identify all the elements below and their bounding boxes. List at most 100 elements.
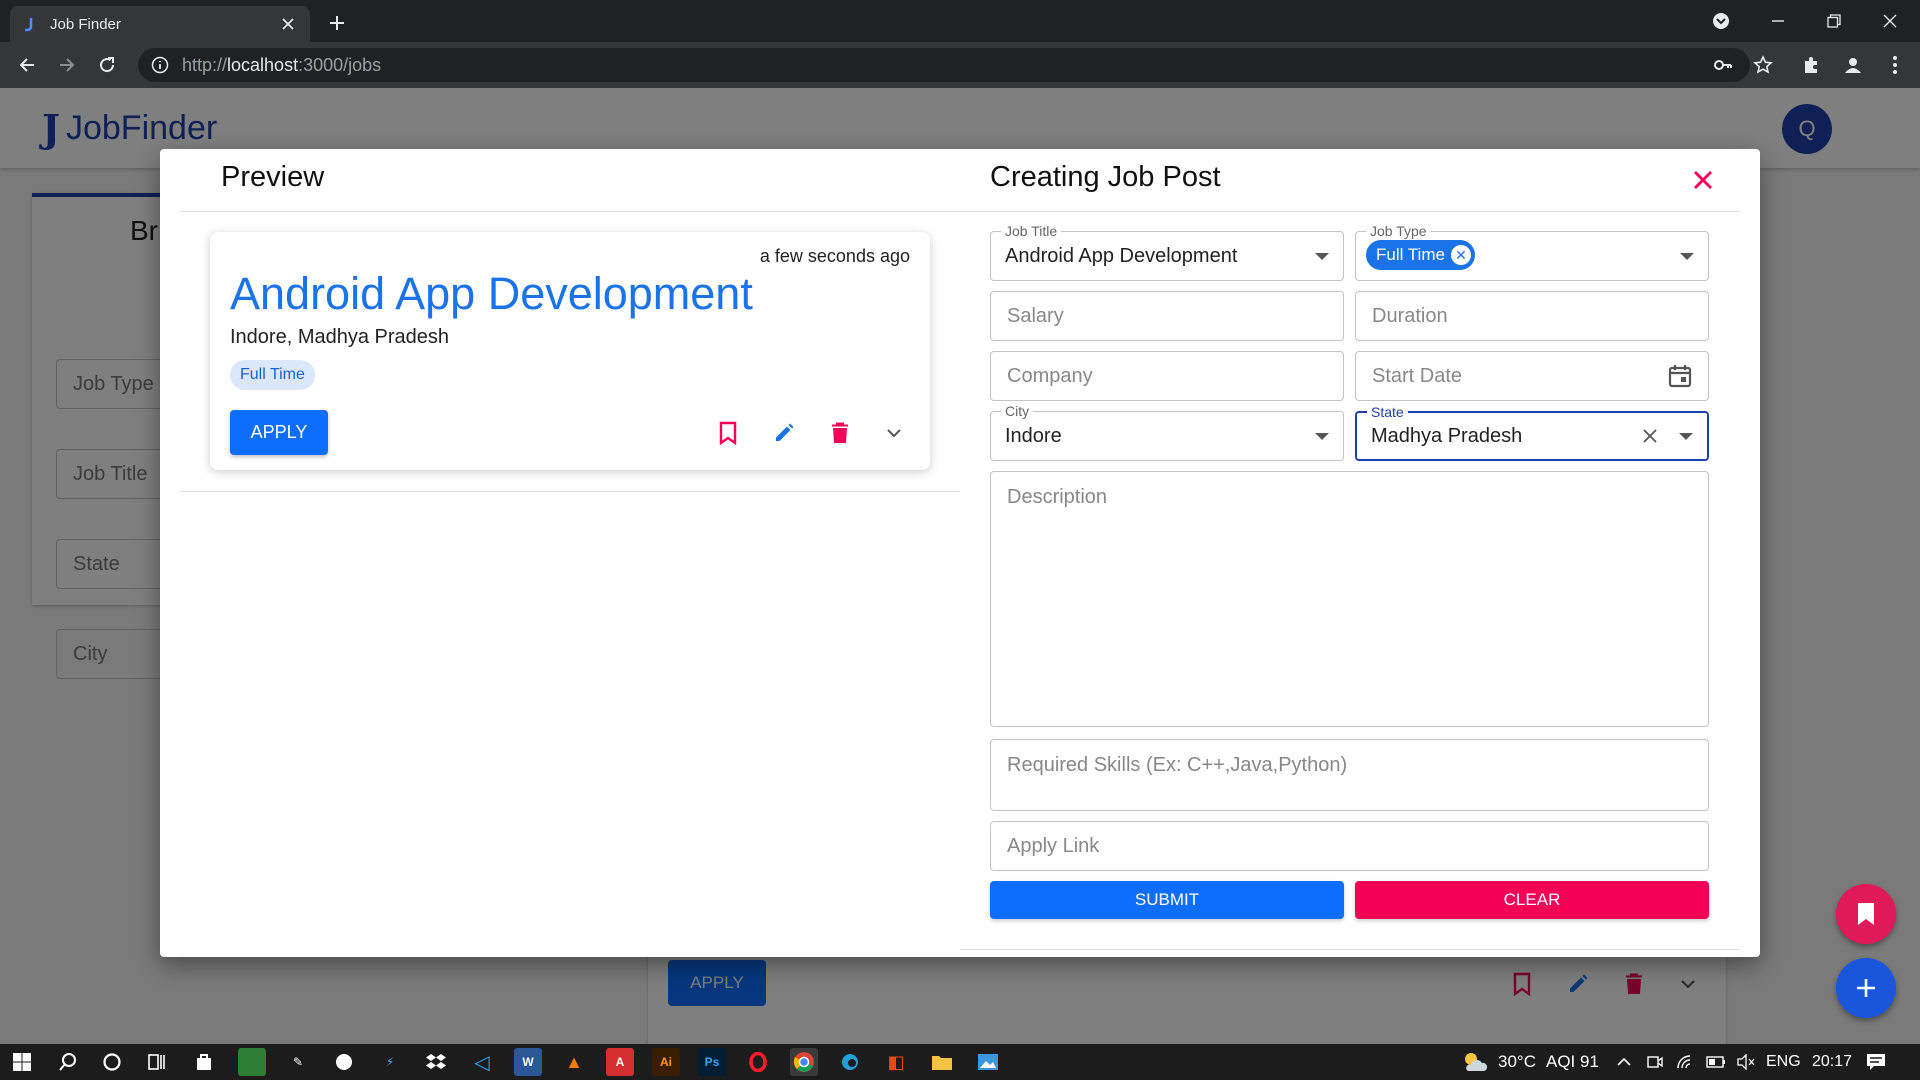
- company-placeholder: Company: [1007, 364, 1093, 387]
- search-icon[interactable]: [54, 1048, 82, 1076]
- browser-toolbar: http:// localhost :3000/jobs: [0, 42, 1920, 88]
- create-job-dialog: Preview Creating Job Post a few seconds …: [160, 149, 1760, 957]
- delete-icon[interactable]: [826, 419, 854, 447]
- dropdown-arrow-icon[interactable]: [1315, 253, 1329, 260]
- job-type-chip-label: Full Time: [1376, 245, 1445, 264]
- start-date-field[interactable]: Start Date: [1355, 351, 1709, 401]
- clock[interactable]: 20:17: [1812, 1044, 1852, 1080]
- vscode-icon[interactable]: ◁: [468, 1048, 496, 1076]
- tab-close-icon[interactable]: [278, 14, 298, 34]
- wifi-icon[interactable]: [1676, 1044, 1694, 1080]
- job-title: Android App Development: [230, 268, 753, 319]
- chip-remove-icon[interactable]: ✕: [1450, 245, 1471, 265]
- salary-field[interactable]: Salary: [990, 291, 1344, 341]
- edge-icon[interactable]: [836, 1048, 864, 1076]
- close-dialog-icon[interactable]: [1686, 163, 1720, 197]
- url-host: localhost: [227, 54, 299, 75]
- job-title-value: Android App Development: [1005, 244, 1238, 267]
- site-info-icon[interactable]: [150, 55, 170, 75]
- new-tab-icon[interactable]: [322, 8, 352, 38]
- extensions-icon[interactable]: [1796, 50, 1826, 80]
- show-hidden-icons[interactable]: [1616, 1044, 1632, 1080]
- job-type-label: Job Type: [1366, 223, 1431, 239]
- job-location: Indore, Madhya Pradesh: [230, 326, 450, 348]
- state-value: Madhya Pradesh: [1371, 424, 1523, 447]
- required-skills-placeholder: Required Skills (Ex: C++,Java,Python): [1007, 754, 1348, 776]
- submit-button[interactable]: SUBMIT: [990, 881, 1344, 919]
- dropbox-icon[interactable]: [422, 1048, 450, 1076]
- aqi: AQI 91: [1545, 1052, 1599, 1071]
- nvidia-icon[interactable]: [238, 1048, 266, 1076]
- city-select[interactable]: City Indore: [990, 403, 1344, 461]
- job-type-select[interactable]: Job Type Full Time ✕: [1355, 223, 1709, 281]
- bookmark-fab-icon: [1858, 903, 1874, 925]
- preview-job-card: a few seconds ago Android App Developmen…: [210, 232, 930, 470]
- apply-link-field[interactable]: Apply Link: [990, 821, 1709, 871]
- forward-icon[interactable]: [52, 50, 82, 80]
- preview-divider: [180, 491, 960, 492]
- key-icon[interactable]: [1708, 50, 1738, 80]
- weather-icon: [1465, 1053, 1488, 1071]
- matlab-icon[interactable]: ▲: [560, 1048, 588, 1076]
- url-path: :3000/jobs: [298, 54, 382, 75]
- pen-tool-icon[interactable]: ✎: [284, 1048, 312, 1076]
- illustrator-icon[interactable]: Ai: [652, 1048, 680, 1076]
- profile-icon[interactable]: [1838, 50, 1868, 80]
- company-field[interactable]: Company: [990, 351, 1344, 401]
- browser-tab[interactable]: Job Finder: [10, 6, 310, 42]
- photoshop-icon[interactable]: Ps: [698, 1048, 726, 1076]
- start-date-placeholder: Start Date: [1372, 364, 1463, 387]
- acrobat-icon[interactable]: A: [606, 1048, 634, 1076]
- clear-button[interactable]: CLEAR: [1355, 881, 1709, 919]
- apply-link-placeholder: Apply Link: [1007, 834, 1100, 857]
- duration-field[interactable]: Duration: [1355, 291, 1709, 341]
- url-scheme: http://: [182, 54, 228, 75]
- dropdown-arrow-icon[interactable]: [1315, 433, 1329, 440]
- address-bar[interactable]: http:// localhost :3000/jobs: [138, 48, 1750, 82]
- tab-search-icon[interactable]: [1706, 0, 1736, 42]
- expand-icon[interactable]: [880, 419, 908, 447]
- office-icon[interactable]: ◧: [882, 1048, 910, 1076]
- volume-muted-icon[interactable]: [1736, 1044, 1756, 1080]
- menu-icon[interactable]: [1880, 50, 1910, 80]
- job-type-badge: Full Time: [230, 360, 315, 390]
- store-icon[interactable]: [190, 1048, 218, 1076]
- window-close-icon[interactable]: [1872, 0, 1908, 42]
- reload-icon[interactable]: [92, 50, 122, 80]
- salary-placeholder: Salary: [1007, 304, 1064, 327]
- posted-time: a few seconds ago: [759, 246, 910, 266]
- flutter-icon[interactable]: ⚡: [376, 1048, 404, 1076]
- minimize-icon[interactable]: [1760, 0, 1796, 42]
- weather-widget[interactable]: 30°C AQI 91: [1462, 1044, 1599, 1080]
- bookmark-icon[interactable]: [714, 419, 742, 447]
- notifications-icon[interactable]: [1866, 1044, 1886, 1080]
- calendar-icon[interactable]: [1666, 362, 1694, 390]
- cortana-icon[interactable]: [98, 1048, 126, 1076]
- description-field[interactable]: Description: [990, 471, 1709, 727]
- edit-icon[interactable]: [770, 419, 798, 447]
- photos-icon[interactable]: [974, 1048, 1002, 1076]
- job-type-chip: Full Time ✕: [1366, 240, 1475, 270]
- add-job-fab[interactable]: [1836, 958, 1896, 1018]
- task-view-icon[interactable]: [142, 1048, 170, 1076]
- star-icon[interactable]: [1748, 50, 1778, 80]
- restore-icon[interactable]: [1816, 0, 1852, 42]
- clear-selection-icon[interactable]: [1639, 425, 1661, 447]
- apply-button[interactable]: APPLY: [230, 410, 328, 455]
- battery-icon[interactable]: [1706, 1044, 1726, 1080]
- state-select[interactable]: State Madhya Pradesh: [1355, 404, 1709, 461]
- dropdown-arrow-icon[interactable]: [1680, 253, 1694, 260]
- windows-start-icon[interactable]: [8, 1048, 36, 1076]
- chrome-icon[interactable]: [790, 1048, 818, 1076]
- required-skills-field[interactable]: Required Skills (Ex: C++,Java,Python): [990, 739, 1709, 811]
- bookmarks-fab[interactable]: [1836, 884, 1896, 944]
- dropdown-arrow-icon[interactable]: [1679, 433, 1693, 440]
- meet-now-icon[interactable]: [1646, 1044, 1664, 1080]
- opera-icon[interactable]: [744, 1048, 772, 1076]
- back-icon[interactable]: [12, 50, 42, 80]
- file-explorer-icon[interactable]: [928, 1048, 956, 1076]
- job-title-select[interactable]: Job Title Android App Development: [990, 223, 1344, 281]
- app-icon[interactable]: [330, 1048, 358, 1076]
- word-icon[interactable]: W: [514, 1048, 542, 1076]
- language-indicator[interactable]: ENG: [1766, 1044, 1801, 1080]
